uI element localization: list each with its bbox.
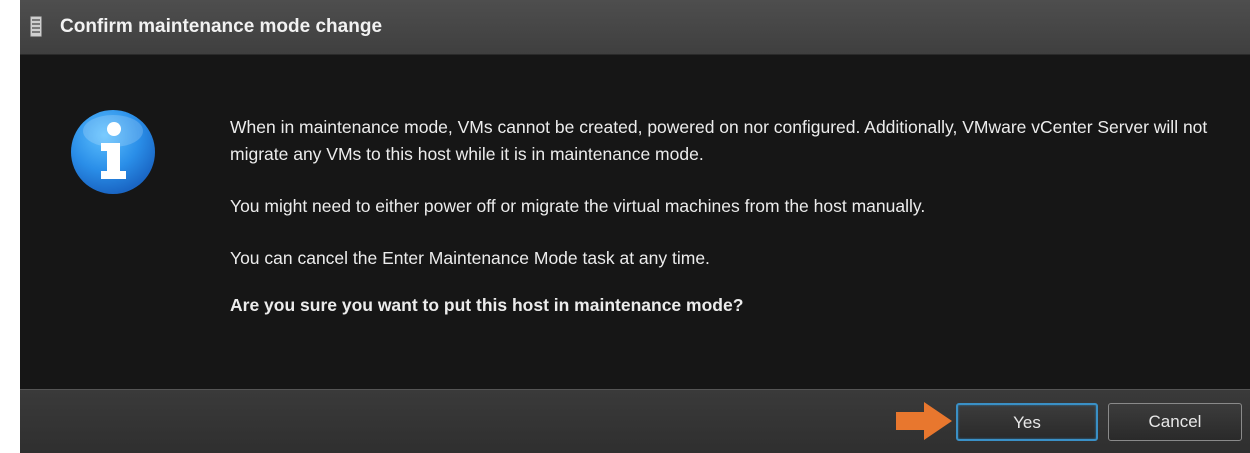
server-icon xyxy=(30,16,42,37)
yes-button[interactable]: Yes xyxy=(956,403,1098,441)
maintenance-mode-dialog: Confirm maintenance mode change When in … xyxy=(20,0,1250,453)
dialog-message: When in maintenance mode, VMs cannot be … xyxy=(230,114,1230,319)
message-paragraph: You can cancel the Enter Maintenance Mod… xyxy=(230,248,710,268)
dialog-footer: Yes Cancel xyxy=(20,389,1250,453)
confirmation-question: Are you sure you want to put this host i… xyxy=(230,295,744,315)
info-icon xyxy=(71,110,155,194)
cancel-button[interactable]: Cancel xyxy=(1108,403,1242,441)
dialog-title: Confirm maintenance mode change xyxy=(60,16,383,37)
arrow-right-icon xyxy=(896,402,952,440)
dialog-body: When in maintenance mode, VMs cannot be … xyxy=(20,55,1250,389)
message-paragraph: When in maintenance mode, VMs cannot be … xyxy=(230,117,1208,164)
message-paragraph: You might need to either power off or mi… xyxy=(230,196,926,216)
dialog-titlebar: Confirm maintenance mode change xyxy=(20,0,1250,55)
